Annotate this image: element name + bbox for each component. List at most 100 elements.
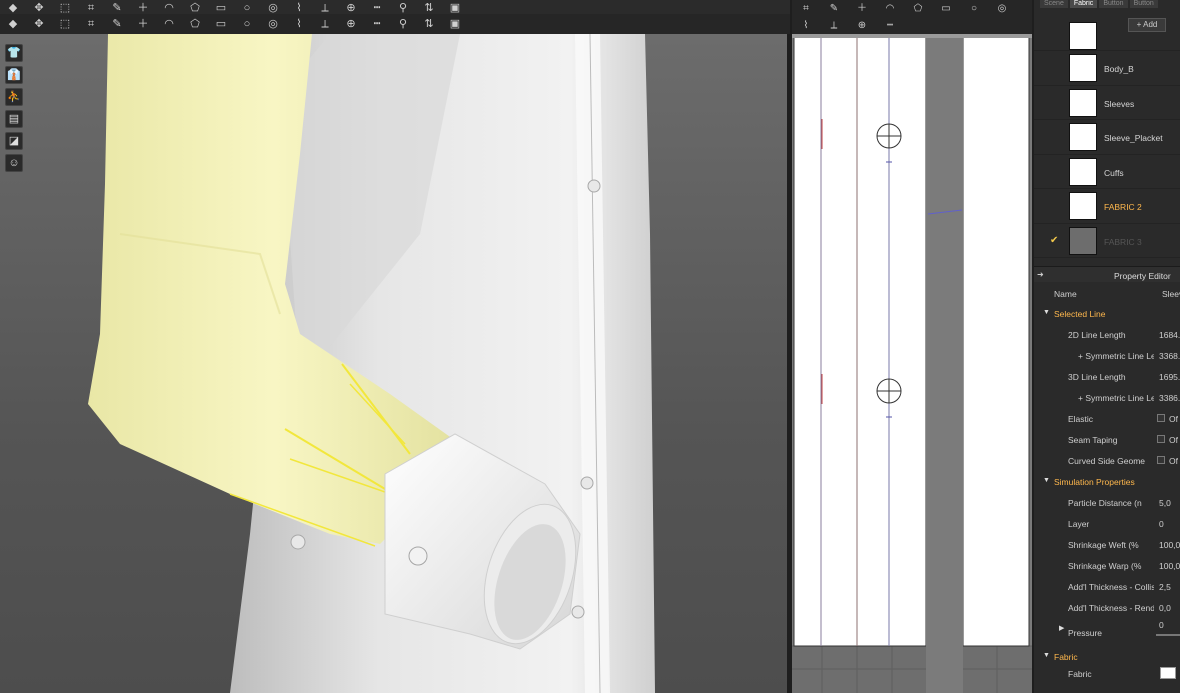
trace-icon[interactable]: ⊕: [855, 19, 869, 32]
simulation-icon[interactable]: ◆: [6, 18, 20, 31]
pin-icon[interactable]: ⚲: [396, 2, 410, 15]
button-icon[interactable]: ＋: [136, 18, 150, 31]
elastic-checkbox[interactable]: [1157, 414, 1165, 422]
merge-icon[interactable]: ┅: [370, 18, 384, 31]
circle-icon[interactable]: ○: [240, 2, 254, 15]
edit-point-icon[interactable]: ＋: [855, 2, 869, 15]
hide-icon[interactable]: ⇅: [422, 18, 436, 31]
avatar-select-icon[interactable]: ✥: [32, 18, 46, 31]
transform-pattern-icon[interactable]: ✎: [827, 2, 841, 15]
property-value[interactable]: 5,0: [1159, 498, 1171, 508]
property-row-pressure[interactable]: ▶ Pressure 0: [1034, 618, 1180, 646]
property-row: Fabric: [1034, 667, 1180, 683]
fabric-item-partial[interactable]: [1034, 22, 1180, 51]
add-point-icon[interactable]: ◠: [883, 2, 897, 15]
property-value[interactable]: 0: [1159, 519, 1164, 529]
section-fabric[interactable]: ▼ Fabric: [1034, 646, 1180, 667]
elastic-icon[interactable]: ◎: [266, 18, 280, 31]
property-value[interactable]: 0: [1159, 620, 1164, 630]
property-value[interactable]: 3386.: [1159, 393, 1180, 403]
curve-icon[interactable]: ⬠: [911, 2, 925, 15]
property-value[interactable]: 0,0: [1159, 603, 1171, 613]
trace-icon[interactable]: ⌇: [292, 2, 306, 15]
buttonhole-icon[interactable]: ◠: [162, 18, 176, 31]
curved-side-checkbox[interactable]: [1157, 456, 1165, 464]
move-tool-icon[interactable]: ✥: [32, 2, 46, 15]
seam-icon[interactable]: ⟂: [318, 2, 332, 15]
fabric-swatch-select[interactable]: [1160, 667, 1176, 679]
print-icon[interactable]: ┅: [883, 19, 897, 32]
free-sew-icon[interactable]: ◎: [995, 2, 1009, 15]
stitch-icon[interactable]: ⚲: [396, 18, 410, 31]
avatar-body-icon[interactable]: ⛹: [5, 88, 23, 106]
pressure-slider[interactable]: [1156, 634, 1180, 636]
seam-taping-checkbox[interactable]: [1157, 435, 1165, 443]
internal-shape-icon[interactable]: ◎: [266, 2, 280, 15]
fold-arrange-icon[interactable]: ⇅: [422, 2, 436, 15]
property-value[interactable]: 100,0: [1159, 540, 1180, 550]
property-label: 2D Line Length: [1068, 330, 1126, 340]
fabric-item-selected[interactable]: FABRIC 2: [1034, 189, 1180, 224]
collapse-triangle-icon[interactable]: ▼: [1043, 309, 1050, 316]
collapse-triangle-icon[interactable]: ▼: [1043, 477, 1050, 484]
fabric-name: Sleeve_Placket: [1104, 133, 1163, 143]
avatar-move-icon[interactable]: ⬚: [58, 18, 72, 31]
section-simulation-properties[interactable]: ▼ Simulation Properties: [1034, 471, 1180, 492]
tab-button[interactable]: Button: [1099, 0, 1128, 8]
select-icon[interactable]: ⌗: [799, 2, 813, 15]
tack-icon[interactable]: ⊕: [344, 2, 358, 15]
property-row: + Symmetric Line Le 3386.: [1034, 387, 1180, 408]
property-value[interactable]: 1695.: [1159, 372, 1180, 382]
fold-icon[interactable]: ⟂: [318, 18, 332, 31]
fabric-item[interactable]: ✔ FABRIC 3: [1034, 224, 1180, 258]
notch-icon[interactable]: ▭: [939, 2, 953, 15]
name-value[interactable]: Sleev: [1162, 289, 1180, 299]
fabric-view-icon[interactable]: ◪: [5, 132, 23, 150]
transform-icon[interactable]: ⬚: [58, 2, 72, 15]
collapse-triangle-icon[interactable]: ▼: [1043, 652, 1050, 659]
rectangle-icon[interactable]: ▭: [214, 2, 228, 15]
2d-pattern-viewport[interactable]: [792, 34, 1032, 693]
property-label: Particle Distance (n: [1068, 498, 1142, 508]
edit-curve-icon[interactable]: ✎: [110, 2, 124, 15]
pattern-canvas: [792, 34, 1032, 693]
3d-garment-viewport[interactable]: 👕 👔 ⛹ ▤ ◪ ☺: [0, 34, 787, 693]
property-value[interactable]: 2,5: [1159, 582, 1171, 592]
segment-sew-icon[interactable]: ○: [967, 2, 981, 15]
zipper-icon[interactable]: ⬠: [188, 18, 202, 31]
property-value[interactable]: 1684.: [1159, 330, 1180, 340]
fabric-item[interactable]: Sleeve_Placket: [1034, 120, 1180, 155]
menu-arrow-icon[interactable]: ◆: [6, 2, 20, 15]
symmetric-icon[interactable]: ⌇: [292, 18, 306, 31]
tab-buttonhole[interactable]: Button: [1129, 0, 1158, 8]
curve-point-icon[interactable]: ◠: [162, 2, 176, 15]
measure-icon[interactable]: ✎: [110, 18, 124, 31]
property-value[interactable]: 3368.: [1159, 351, 1180, 361]
avatar-skin-icon[interactable]: ☺: [5, 154, 23, 172]
split-icon[interactable]: ⊕: [344, 18, 358, 31]
add-fabric-button[interactable]: + Add: [1128, 18, 1166, 32]
fabric-item[interactable]: Sleeves: [1034, 86, 1180, 120]
section-selected-line[interactable]: ▼ Selected Line: [1034, 303, 1180, 324]
fabric-item[interactable]: Body_B: [1034, 51, 1180, 86]
avatar-shirt-icon[interactable]: 👕: [5, 44, 23, 62]
point-icon[interactable]: ⌗: [84, 18, 98, 31]
polygon-icon[interactable]: ⬠: [188, 2, 202, 15]
tab-fabric[interactable]: Fabric: [1069, 0, 1098, 8]
arrangement-icon[interactable]: ▣: [448, 2, 462, 15]
add-point-icon[interactable]: ＋: [136, 2, 150, 15]
expand-triangle-icon[interactable]: ▶: [1059, 624, 1064, 632]
puckering-icon[interactable]: ▭: [214, 18, 228, 31]
fabric-item[interactable]: Cuffs: [1034, 155, 1180, 189]
reset-icon[interactable]: ▣: [448, 18, 462, 31]
expand-arrow-icon[interactable]: ➜: [1037, 270, 1044, 279]
property-value[interactable]: 100,0: [1159, 561, 1180, 571]
topstitch-icon[interactable]: ┅: [370, 2, 384, 15]
tab-scene[interactable]: Scene: [1040, 0, 1068, 8]
avatar-garment-icon[interactable]: 👔: [5, 66, 23, 84]
segment-icon[interactable]: ⌗: [84, 2, 98, 15]
fold-icon[interactable]: ⟂: [827, 19, 841, 32]
tape-icon[interactable]: ○: [240, 18, 254, 31]
seam-tape-icon[interactable]: ⌇: [799, 19, 813, 32]
texture-view-icon[interactable]: ▤: [5, 110, 23, 128]
